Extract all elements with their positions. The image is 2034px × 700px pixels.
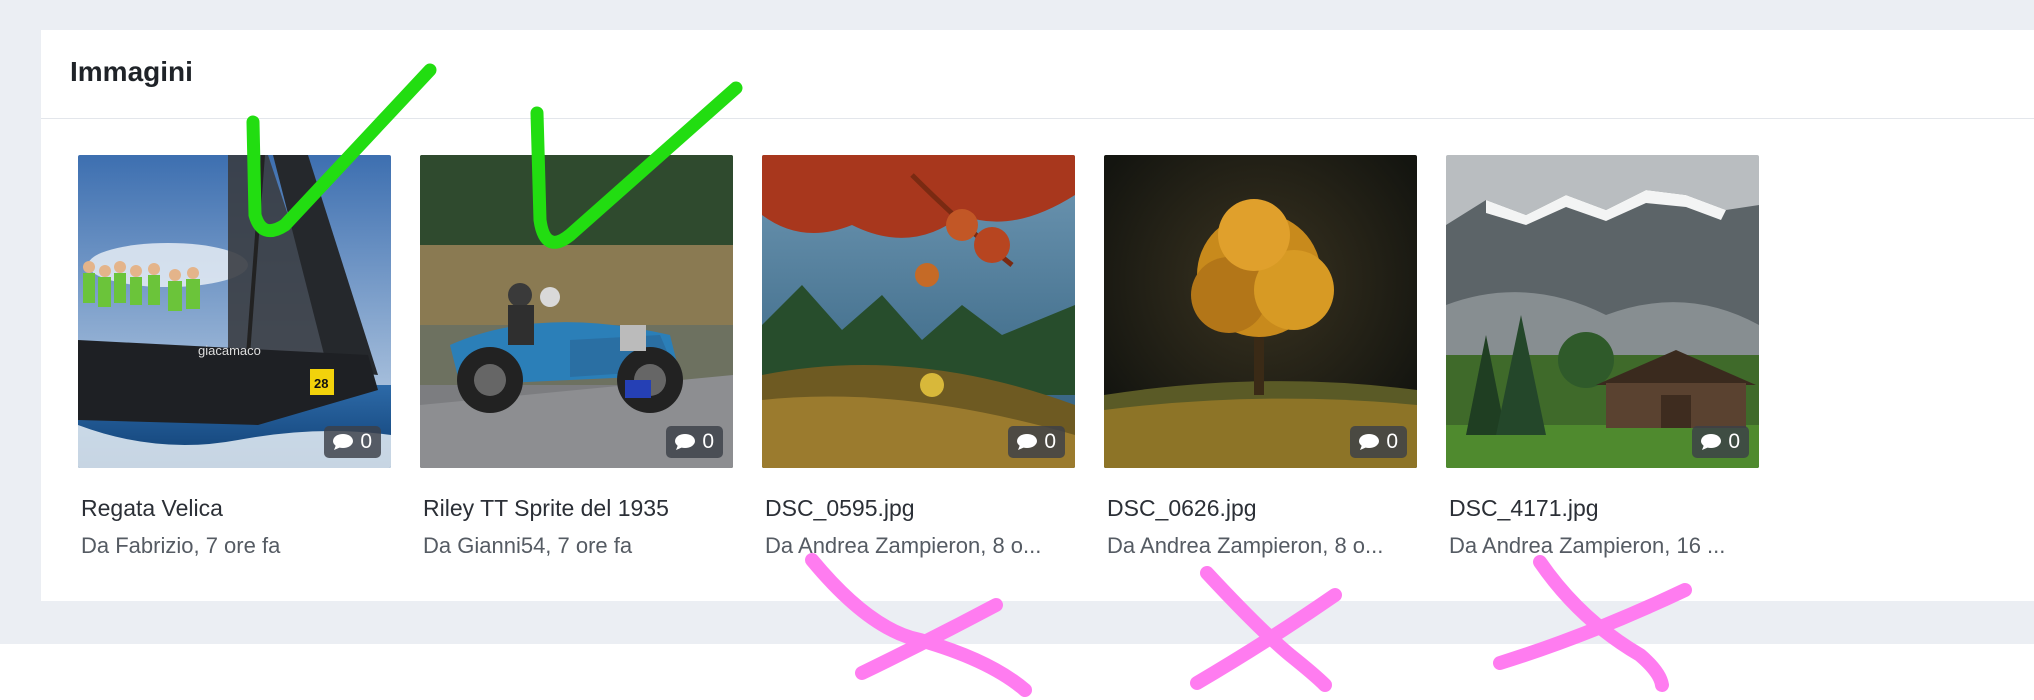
image-meta: Da Fabrizio, 7 ore fa (81, 533, 281, 558)
card-title: Immagini (70, 56, 193, 87)
autumn-tree-photo (1104, 155, 1417, 468)
image-meta: Da Andrea Zampieron, 8 o... (765, 533, 1042, 558)
image-title[interactable]: DSC_0626.jpg (1107, 495, 1417, 522)
comment-icon (1017, 434, 1038, 450)
image-meta: Da Andrea Zampieron, 8 o... (1107, 533, 1384, 558)
images-card: Immagini giacamaco 28 0 Regata Velica Da… (41, 30, 2034, 601)
image-thumbnail[interactable]: 0 (1446, 155, 1759, 468)
comment-count-badge[interactable]: 0 (1008, 426, 1065, 458)
image-tile[interactable]: giacamaco 28 0 Regata Velica Da Fabrizio… (78, 155, 391, 559)
image-title[interactable]: Regata Velica (81, 495, 391, 522)
comment-icon (1359, 434, 1380, 450)
image-thumbnail[interactable]: giacamaco 28 0 (78, 155, 391, 468)
comment-icon (1701, 434, 1722, 450)
autumn-valley-photo (762, 155, 1075, 468)
svg-text:28: 28 (314, 376, 328, 391)
card-header: Immagini (41, 30, 2034, 119)
vintage-car-photo (420, 155, 733, 468)
image-meta: Da Andrea Zampieron, 16 ... (1449, 533, 1726, 558)
mountain-cabin-photo (1446, 155, 1759, 468)
comment-count-badge[interactable]: 0 (1692, 426, 1749, 458)
image-tile[interactable]: 0 DSC_0626.jpg Da Andrea Zampieron, 8 o.… (1104, 155, 1417, 559)
image-title[interactable]: DSC_4171.jpg (1449, 495, 1759, 522)
image-meta: Da Gianni54, 7 ore fa (423, 533, 633, 558)
image-tile[interactable]: 0 Riley TT Sprite del 1935 Da Gianni54, … (420, 155, 733, 559)
image-tile[interactable]: 0 DSC_4171.jpg Da Andrea Zampieron, 16 .… (1446, 155, 1759, 559)
svg-text:giacamaco: giacamaco (198, 343, 261, 358)
comment-count-badge[interactable]: 0 (666, 426, 723, 458)
comment-count: 0 (1728, 430, 1740, 453)
comment-icon (675, 434, 696, 450)
comment-count-badge[interactable]: 0 (1350, 426, 1407, 458)
comment-count: 0 (1044, 430, 1056, 453)
comment-count: 0 (702, 430, 714, 453)
comment-icon (333, 434, 354, 450)
comment-count: 0 (1386, 430, 1398, 453)
image-thumbnail[interactable]: 0 (762, 155, 1075, 468)
comment-count: 0 (360, 430, 372, 453)
image-tile[interactable]: 0 DSC_0595.jpg Da Andrea Zampieron, 8 o.… (762, 155, 1075, 559)
image-title[interactable]: Riley TT Sprite del 1935 (423, 495, 733, 522)
image-title[interactable]: DSC_0595.jpg (765, 495, 1075, 522)
sailing-photo: giacamaco 28 (78, 155, 391, 468)
image-thumbnail[interactable]: 0 (420, 155, 733, 468)
comment-count-badge[interactable]: 0 (324, 426, 381, 458)
image-thumbnail[interactable]: 0 (1104, 155, 1417, 468)
